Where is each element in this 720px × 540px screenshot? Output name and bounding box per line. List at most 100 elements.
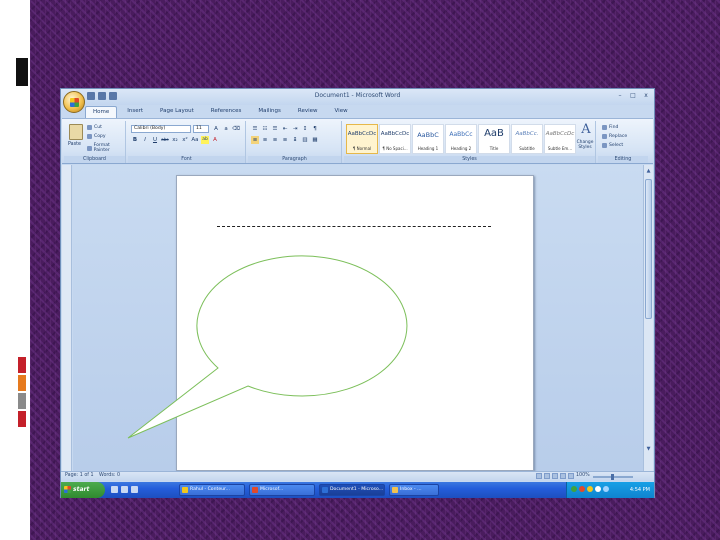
vertical-scrollbar[interactable]: ▲ ▼: [643, 165, 653, 471]
update-icon[interactable]: [603, 486, 609, 492]
document-page[interactable]: [176, 175, 534, 471]
highlight-button[interactable]: ab: [201, 136, 209, 144]
borders-icon[interactable]: ▦: [311, 136, 319, 144]
align-right-icon[interactable]: ≡: [271, 136, 279, 144]
shrink-font-icon[interactable]: a: [222, 125, 230, 133]
paste-icon[interactable]: [69, 124, 83, 140]
draft-icon[interactable]: [568, 473, 574, 479]
font-group: Calibri (Body) 11 A a ⌫ B I U abe x₂ x² …: [128, 121, 246, 163]
bold-button[interactable]: B: [131, 136, 139, 144]
office-app-icon: [252, 487, 258, 493]
mail-icon: [392, 487, 398, 493]
print-layout-icon[interactable]: [536, 473, 542, 479]
bullets-icon[interactable]: ☰: [251, 125, 259, 133]
show-desktop-icon[interactable]: [111, 486, 118, 493]
tab-home[interactable]: Home: [85, 106, 118, 118]
tab-page-layout[interactable]: Page Layout: [153, 106, 201, 118]
minimize-button[interactable]: –: [615, 91, 625, 100]
style-heading-2[interactable]: AaBbCc Heading 2: [445, 124, 477, 154]
justify-icon[interactable]: ≡: [281, 136, 289, 144]
office-button[interactable]: [63, 91, 85, 113]
taskbar-item-document1[interactable]: Document1 - Microso...: [319, 484, 385, 496]
zoom-slider-knob[interactable]: [611, 474, 614, 480]
messenger-icon[interactable]: [595, 486, 601, 492]
word-window: Document1 - Microsoft Word – □ x Home In…: [60, 88, 655, 498]
style-subtitle[interactable]: AaBbCc. Subtitle: [511, 124, 543, 154]
style-subtle-emphasis[interactable]: AaBbCcDc Subtle Em...: [544, 124, 576, 154]
line-spacing-icon[interactable]: ↨: [291, 136, 299, 144]
increase-indent-icon[interactable]: ⇥: [291, 125, 299, 133]
web-layout-icon[interactable]: [552, 473, 558, 479]
align-left-icon[interactable]: ≡: [251, 136, 259, 144]
style-heading-1[interactable]: AaBbC Heading 1: [412, 124, 444, 154]
taskbar-item-inbox[interactable]: Inbox - ...: [389, 484, 439, 496]
tab-mailings[interactable]: Mailings: [251, 106, 288, 118]
sort-icon[interactable]: ↕: [301, 125, 309, 133]
align-center-icon[interactable]: ≡: [261, 136, 269, 144]
word-count[interactable]: Words: 0: [99, 473, 120, 478]
multilevel-list-icon[interactable]: ☰: [271, 125, 279, 133]
tray-icons: [571, 486, 609, 492]
scroll-thumb[interactable]: [645, 179, 652, 319]
maximize-button[interactable]: □: [628, 91, 638, 100]
paragraph-list-buttons: ☰ ☷ ☰ ⇤ ⇥ ↕ ¶: [251, 125, 319, 133]
tab-review[interactable]: Review: [291, 106, 325, 118]
style-no-spacing[interactable]: AaBbCcDc ¶ No Spaci...: [379, 124, 411, 154]
font-name-box[interactable]: Calibri (Body): [131, 125, 191, 133]
style-normal[interactable]: AaBbCcDc ¶ Normal: [346, 124, 378, 154]
copy-icon: [87, 134, 92, 139]
editing-group-label: Editing: [598, 156, 648, 163]
volume-icon[interactable]: [587, 486, 593, 492]
style-title[interactable]: AaB Title: [478, 124, 510, 154]
tab-references[interactable]: References: [204, 106, 249, 118]
taskbar-item-rahul[interactable]: Rahul - Conteur...: [179, 484, 245, 496]
browser-icon[interactable]: [121, 486, 128, 493]
show-marks-icon[interactable]: ¶: [311, 125, 319, 133]
full-screen-icon[interactable]: [544, 473, 550, 479]
media-icon[interactable]: [131, 486, 138, 493]
start-button[interactable]: start: [61, 482, 105, 498]
find-button[interactable]: Find: [602, 125, 618, 130]
subscript-button[interactable]: x₂: [171, 136, 179, 144]
format-painter-button[interactable]: Format Painter: [87, 143, 125, 153]
numbering-icon[interactable]: ☷: [261, 125, 269, 133]
zoom-level[interactable]: 100%: [576, 473, 590, 478]
scissors-icon: [87, 125, 92, 130]
replace-icon: [602, 134, 607, 139]
strikethrough-button[interactable]: abe: [161, 136, 169, 144]
superscript-button[interactable]: x²: [181, 136, 189, 144]
window-controls: – □ x: [615, 91, 651, 100]
cut-button[interactable]: Cut: [87, 125, 102, 130]
scroll-down-arrow-icon[interactable]: ▼: [645, 445, 652, 453]
tab-view[interactable]: View: [328, 106, 355, 118]
change-case-button[interactable]: Aa: [191, 136, 199, 144]
copy-button[interactable]: Copy: [87, 134, 106, 139]
paste-button[interactable]: Paste: [68, 142, 81, 147]
underline-button[interactable]: U: [151, 136, 159, 144]
clear-format-icon[interactable]: ⌫: [232, 125, 240, 133]
security-icon[interactable]: [579, 486, 585, 492]
vertical-ruler: [62, 165, 72, 471]
replace-button[interactable]: Replace: [602, 134, 627, 139]
select-button[interactable]: Select: [602, 143, 623, 148]
network-icon[interactable]: [571, 486, 577, 492]
grow-font-icon[interactable]: A: [212, 125, 220, 133]
italic-button[interactable]: I: [141, 136, 149, 144]
scroll-up-arrow-icon[interactable]: ▲: [645, 167, 652, 175]
shading-icon[interactable]: ▥: [301, 136, 309, 144]
decrease-indent-icon[interactable]: ⇤: [281, 125, 289, 133]
title-bar: Document1 - Microsoft Word – □ x: [61, 89, 654, 105]
slide-accent-red-bar-2: [18, 411, 26, 427]
taskbar-clock: 4:54 PM: [629, 487, 650, 493]
styles-group: AaBbCcDc ¶ Normal AaBbCcDc ¶ No Spaci...…: [344, 121, 596, 163]
taskbar-item-microsoft[interactable]: Microsof...: [249, 484, 315, 496]
font-size-box[interactable]: 11: [193, 125, 209, 133]
close-button[interactable]: x: [641, 91, 651, 100]
change-styles-icon[interactable]: A: [579, 123, 593, 137]
page-count[interactable]: Page: 1 of 1: [65, 473, 94, 478]
font-color-button[interactable]: A: [211, 136, 219, 144]
tab-insert[interactable]: Insert: [120, 106, 150, 118]
ribbon-tabs: Home Insert Page Layout References Maili…: [85, 106, 355, 118]
change-styles-button[interactable]: Change Styles: [574, 140, 596, 150]
outline-icon[interactable]: [560, 473, 566, 479]
